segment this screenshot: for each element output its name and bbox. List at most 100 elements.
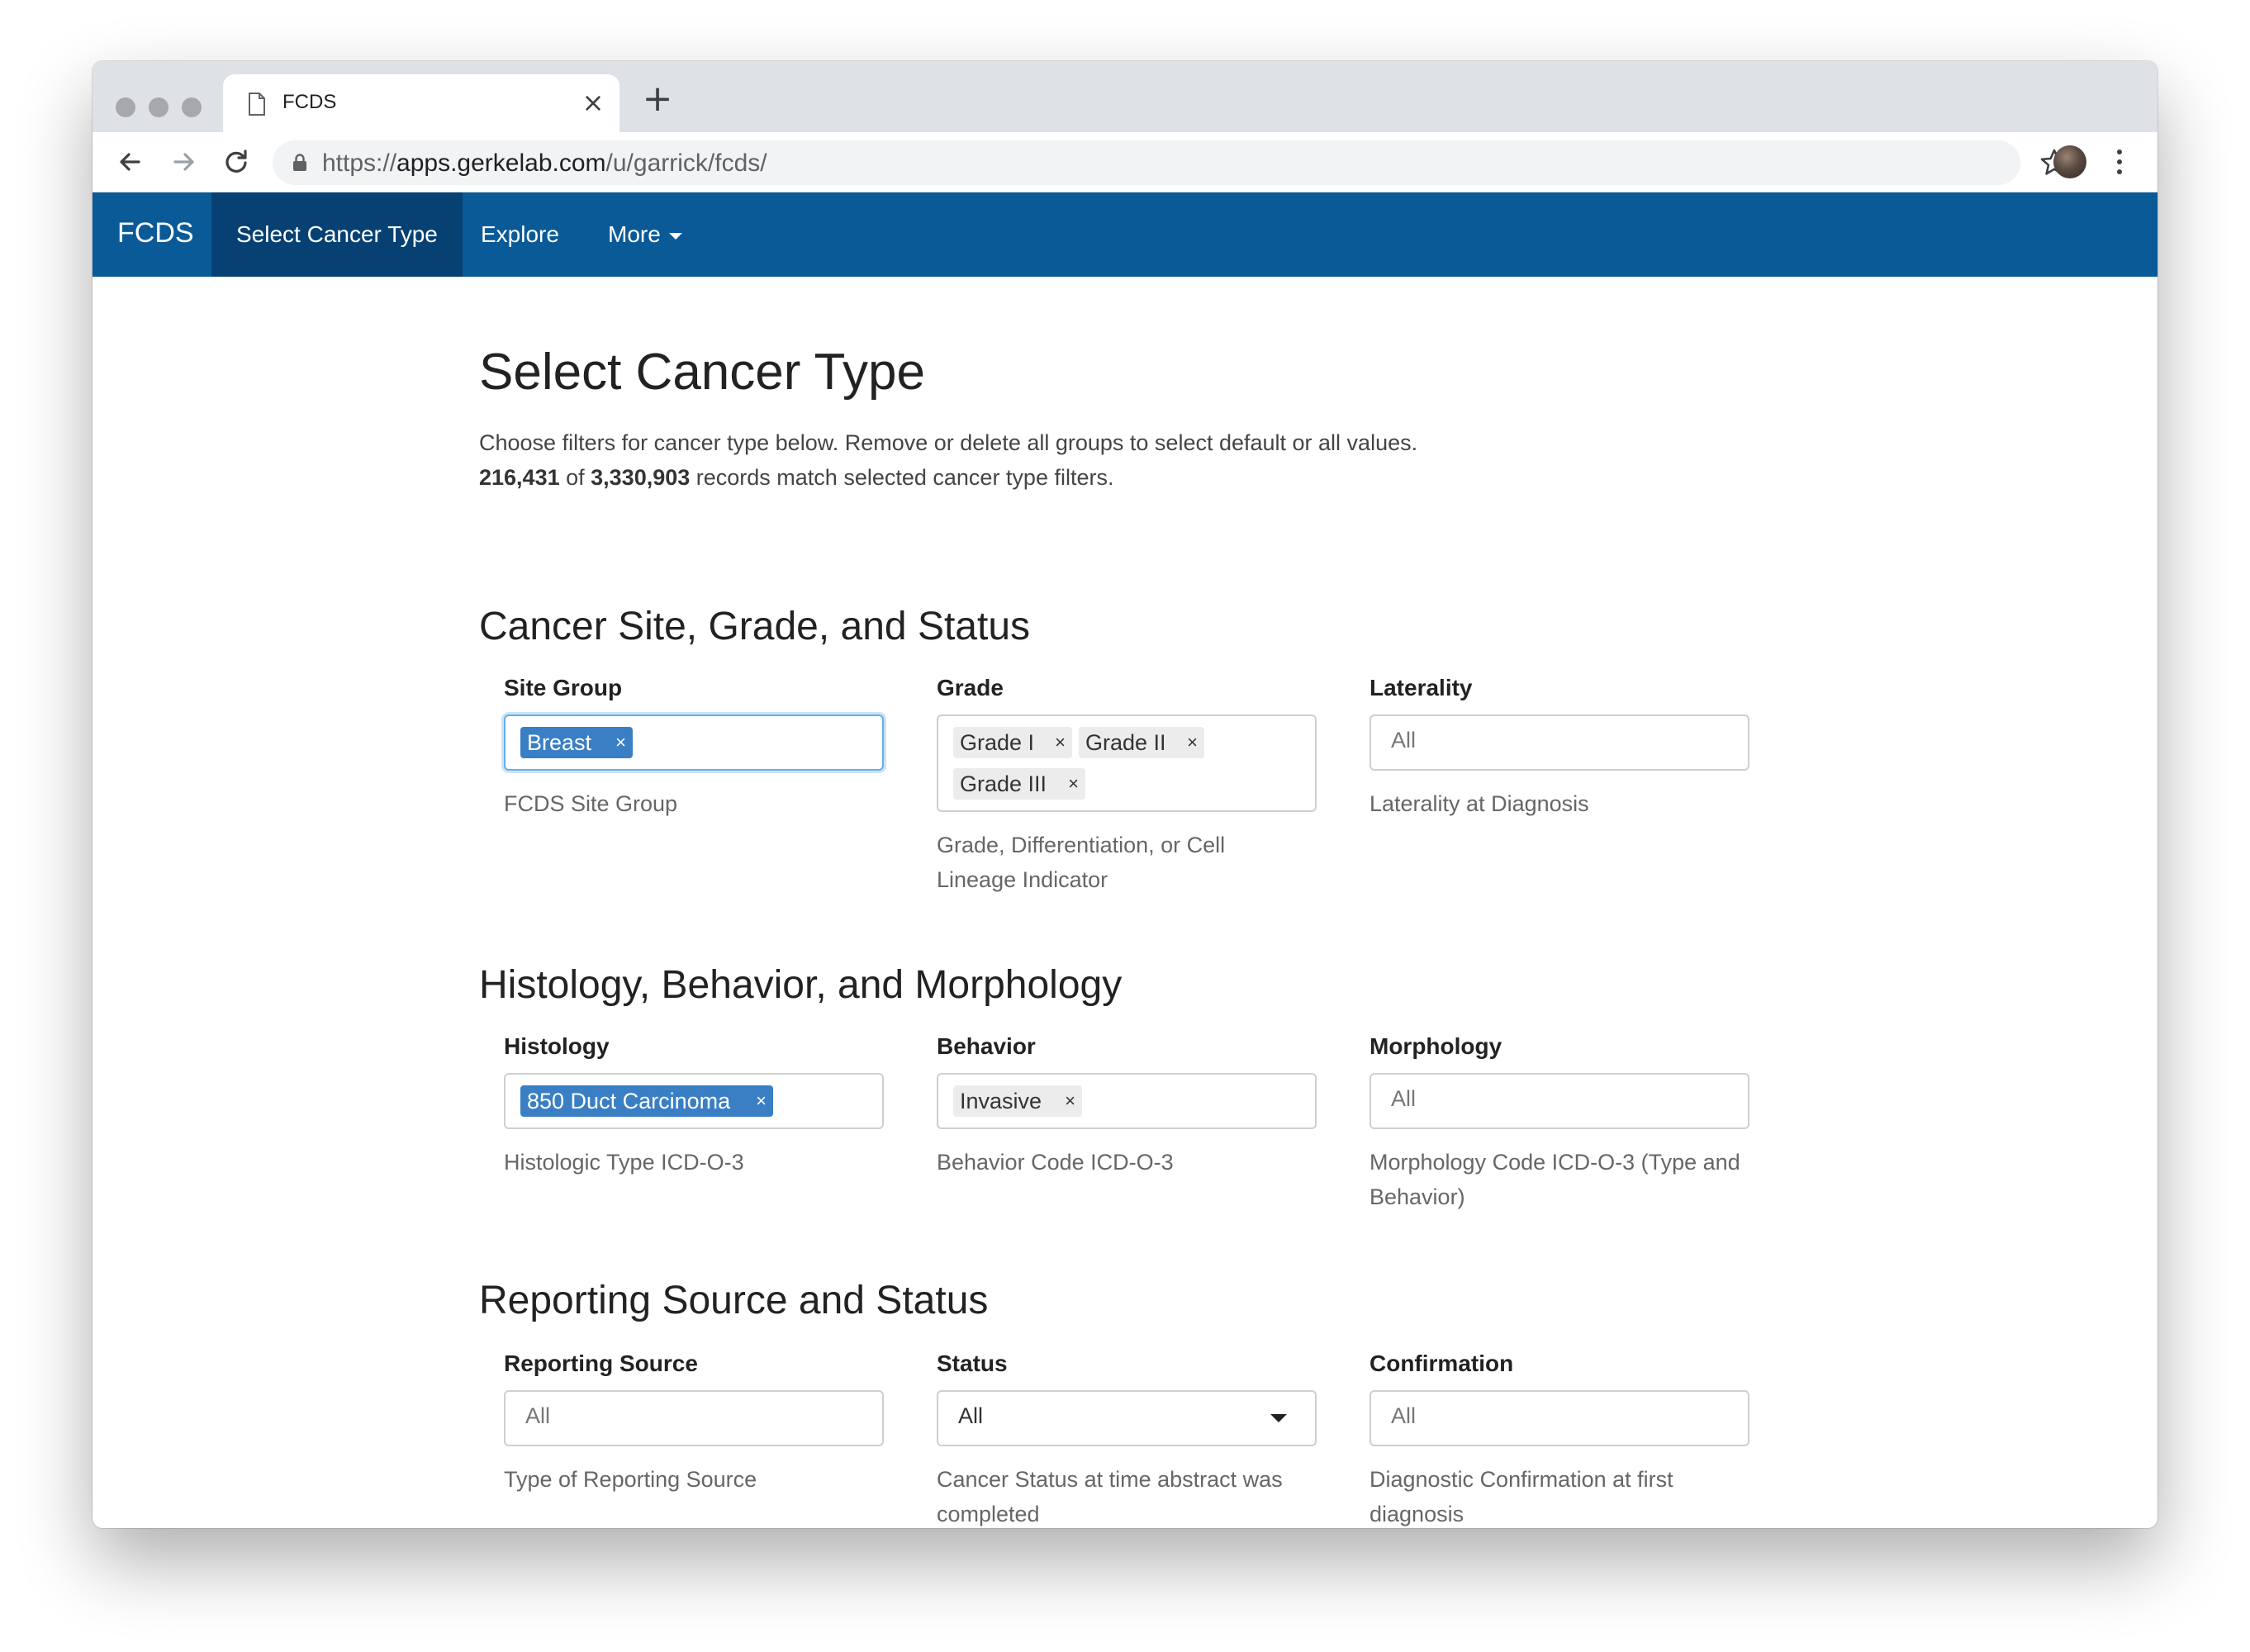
behavior-label: Behavior: [937, 1033, 1036, 1059]
document-icon: [249, 93, 265, 116]
chip-label: 850 Duct Carcinoma: [527, 1089, 731, 1113]
laterality-label: Laterality: [1369, 675, 1473, 700]
tab-title: FCDS: [282, 91, 337, 113]
histology-help: Histologic Type ICD-O-3: [504, 1150, 744, 1175]
chip-remove-icon[interactable]: ×: [1055, 727, 1066, 758]
chip-breast: Breast ×: [520, 727, 633, 758]
laterality-placeholder: All: [1391, 728, 1417, 752]
maximize-window-icon[interactable]: [182, 97, 202, 117]
confirmation-help-line: Diagnostic Confirmation at first: [1369, 1467, 1673, 1492]
status-value: All: [958, 1403, 984, 1428]
nav-more[interactable]: More: [583, 192, 707, 277]
chip-label: Grade I: [960, 730, 1035, 755]
chip-remove-icon[interactable]: ×: [615, 727, 626, 758]
morphology-placeholder: All: [1391, 1086, 1417, 1111]
site-group-input[interactable]: Breast ×: [504, 714, 884, 771]
morphology-label: Morphology: [1369, 1033, 1502, 1059]
grade-help: Grade, Differentiation, or Cell Lineage …: [937, 828, 1225, 897]
chip-label: Grade II: [1085, 730, 1166, 755]
morphology-help: Morphology Code ICD-O-3 (Type and Behavi…: [1369, 1145, 1740, 1214]
status-select[interactable]: All: [937, 1390, 1317, 1446]
behavior-help: Behavior Code ICD-O-3: [937, 1150, 1174, 1175]
profile-avatar[interactable]: [2053, 145, 2086, 178]
address-bar[interactable]: https://apps.gerkelab.com/u/garrick/fcds…: [273, 140, 2068, 185]
chip-label: Grade III: [960, 771, 1047, 796]
behavior-input[interactable]: Invasive ×: [937, 1073, 1317, 1129]
url-host: apps.gerkelab.com: [396, 150, 606, 177]
nav-more-label: More: [608, 221, 661, 247]
caret-down-icon: [668, 232, 682, 240]
laterality-input[interactable]: All: [1369, 714, 1749, 771]
menu-kebab-icon[interactable]: [2115, 147, 2124, 177]
browser-tab[interactable]: FCDS ×: [223, 74, 619, 132]
status-help-line: Cancer Status at time abstract was: [937, 1467, 1283, 1492]
grade-label: Grade: [937, 675, 1004, 700]
status-help: Cancer Status at time abstract was compl…: [937, 1462, 1283, 1528]
confirmation-placeholder: All: [1391, 1403, 1417, 1428]
lock-icon: [293, 154, 306, 171]
status-label: Status: [937, 1351, 1008, 1376]
chip-grade-ii: Grade II ×: [1079, 727, 1204, 758]
records-total: 3,330,903: [591, 465, 691, 490]
back-arrow-icon[interactable]: [112, 144, 149, 180]
tab-close-icon[interactable]: ×: [578, 88, 608, 117]
dropdown-caret-icon: [1270, 1414, 1287, 1422]
nav-select-cancer-type[interactable]: Select Cancer Type: [211, 192, 463, 277]
records-matched: 216,431: [479, 465, 560, 490]
url-scheme: https://: [322, 150, 397, 177]
section-title-histology: Histology, Behavior, and Morphology: [479, 963, 1123, 1007]
grade-help-line: Lineage Indicator: [937, 867, 1108, 892]
chip-duct-carcinoma: 850 Duct Carcinoma ×: [520, 1085, 773, 1117]
app-navbar: FCDS Select Cancer Type Explore More: [93, 192, 2157, 277]
site-group-help: FCDS Site Group: [504, 791, 678, 816]
chip-remove-icon[interactable]: ×: [756, 1085, 767, 1117]
url-path: /u/garrick/fcds/: [605, 150, 767, 177]
chip-remove-icon[interactable]: ×: [1065, 1085, 1075, 1117]
confirmation-help: Diagnostic Confirmation at first diagnos…: [1369, 1462, 1673, 1528]
nav-explore[interactable]: Explore: [456, 192, 584, 277]
chip-remove-icon[interactable]: ×: [1068, 768, 1079, 800]
reload-icon[interactable]: [218, 144, 254, 180]
close-window-icon[interactable]: [116, 97, 135, 117]
confirmation-label: Confirmation: [1369, 1351, 1514, 1376]
site-group-label: Site Group: [504, 675, 623, 700]
page-title: Select Cancer Type: [479, 344, 925, 401]
url-text: https://apps.gerkelab.com/u/garrick/fcds…: [322, 150, 767, 178]
browser-toolbar: https://apps.gerkelab.com/u/garrick/fcds…: [93, 132, 2157, 192]
chip-remove-icon[interactable]: ×: [1187, 727, 1198, 758]
description-text: Choose filters for cancer type below. Re…: [479, 430, 1418, 455]
chip-grade-iii: Grade III ×: [953, 768, 1085, 800]
chip-invasive: Invasive ×: [953, 1085, 1082, 1117]
browser-window: FCDS × + https://apps.gerkelab.com/u/gar…: [93, 61, 2157, 1528]
records-summary: 216,431 of 3,330,903 records match selec…: [479, 460, 1417, 495]
confirmation-input[interactable]: All: [1369, 1390, 1749, 1446]
new-tab-button[interactable]: +: [638, 79, 677, 119]
reporting-source-input[interactable]: All: [504, 1390, 884, 1446]
grade-input[interactable]: Grade I × Grade II × Grade III ×: [937, 714, 1317, 812]
section-title-site: Cancer Site, Grade, and Status: [479, 605, 1031, 648]
records-of: of: [559, 465, 591, 490]
reporting-source-help: Type of Reporting Source: [504, 1467, 757, 1492]
reporting-source-placeholder: All: [525, 1403, 551, 1428]
main-content: Select Cancer Type Choose filters for ca…: [93, 277, 2157, 1528]
tab-strip: FCDS × +: [93, 61, 2157, 132]
histology-label: Histology: [504, 1033, 610, 1059]
morphology-help-line: Behavior): [1369, 1184, 1465, 1209]
morphology-input[interactable]: All: [1369, 1073, 1749, 1129]
reporting-source-label: Reporting Source: [504, 1351, 698, 1376]
page-description: Choose filters for cancer type below. Re…: [479, 425, 1417, 495]
records-suffix: records match selected cancer type filte…: [690, 465, 1114, 490]
grade-help-line: Grade, Differentiation, or Cell: [937, 833, 1226, 857]
chip-label: Invasive: [960, 1089, 1042, 1113]
confirmation-help-line: diagnosis: [1369, 1502, 1464, 1526]
chip-grade-i: Grade I ×: [953, 727, 1072, 758]
brand-link[interactable]: FCDS: [117, 217, 194, 249]
section-title-reporting: Reporting Source and Status: [479, 1279, 989, 1322]
chip-label: Breast: [527, 730, 592, 755]
laterality-help: Laterality at Diagnosis: [1369, 791, 1589, 816]
minimize-window-icon[interactable]: [149, 97, 169, 117]
status-help-line: completed: [937, 1502, 1040, 1526]
morphology-help-line: Morphology Code ICD-O-3 (Type and: [1369, 1150, 1740, 1175]
histology-input[interactable]: 850 Duct Carcinoma ×: [504, 1073, 884, 1129]
forward-arrow-icon[interactable]: [165, 144, 202, 180]
